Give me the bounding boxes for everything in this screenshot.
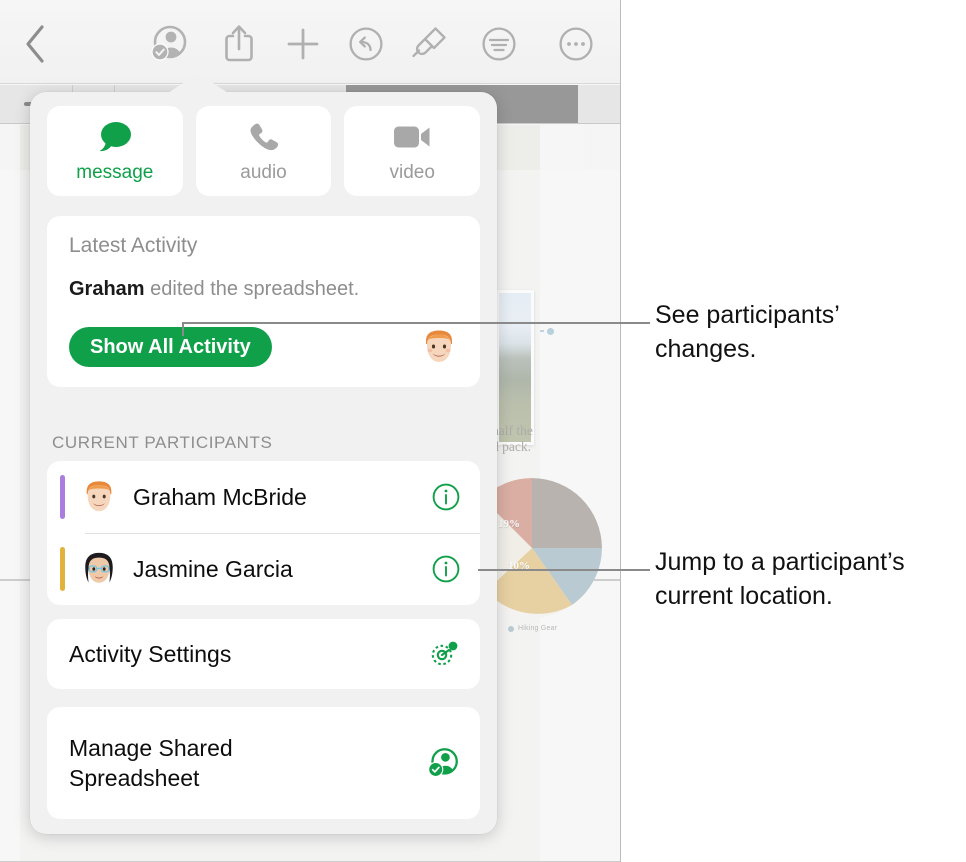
pie-chart-legend: Hiking Gear <box>508 625 557 632</box>
participant-name: Graham McBride <box>133 483 307 510</box>
legend-dot-icon <box>508 625 514 632</box>
manage-shared-spreadsheet-row[interactable]: Manage Shared Spreadsheet <box>47 707 480 819</box>
popover-arrow <box>168 73 228 93</box>
photo-resize-handle[interactable] <box>540 327 560 335</box>
info-icon[interactable] <box>432 483 460 511</box>
current-participants-heading: CURRENT PARTICIPANTS <box>52 433 273 452</box>
format-brush-icon[interactable] <box>402 18 456 70</box>
latest-activity-text: edited the spreadsheet. <box>144 278 360 300</box>
video-button[interactable]: video <box>344 106 481 196</box>
message-button[interactable]: message <box>47 106 183 196</box>
collaboration-popover: message audio video Latest Activity Grah… <box>30 73 497 834</box>
activity-settings-row[interactable]: Activity Settings <box>47 619 480 689</box>
message-bubble-icon <box>95 119 135 155</box>
callout-see-participants-changes: See participants’ changes. <box>655 301 840 363</box>
participant-name: Jasmine Garcia <box>133 555 293 582</box>
toolbar <box>0 0 621 84</box>
back-icon[interactable] <box>8 18 62 70</box>
activity-settings-label: Activity Settings <box>69 641 232 667</box>
manage-shared-icon <box>426 746 460 780</box>
document-photo[interactable] <box>496 290 534 445</box>
participant-row-graham[interactable]: Graham McBride <box>47 461 480 533</box>
phone-icon <box>248 119 280 155</box>
participant-color-bar <box>60 547 65 591</box>
latest-activity-actor: Graham <box>69 278 145 300</box>
add-icon[interactable] <box>276 18 330 70</box>
audio-button-label: audio <box>240 161 287 183</box>
activity-settings-gear-icon <box>426 637 460 671</box>
participants-list: Graham McBride Jasmine Garcia <box>47 461 480 605</box>
manage-shared-label: Manage Shared Spreadsheet <box>69 735 233 791</box>
graham-avatar <box>420 328 458 366</box>
document-body-text: half the d pack. <box>492 423 533 454</box>
more-icon[interactable] <box>549 18 603 70</box>
latest-activity-description: Graham edited the spreadsheet. <box>69 278 458 301</box>
call-buttons-row: message audio video <box>47 106 481 196</box>
latest-activity-card: Latest Activity Graham edited the spread… <box>47 216 480 387</box>
video-camera-icon <box>393 119 431 155</box>
collaborate-icon[interactable] <box>142 18 196 70</box>
jasmine-avatar <box>81 551 117 587</box>
participant-color-bar <box>60 475 65 519</box>
undo-icon[interactable] <box>339 18 393 70</box>
share-icon[interactable] <box>212 18 266 70</box>
audio-button[interactable]: audio <box>195 106 332 196</box>
legend-label: Hiking Gear <box>518 625 558 632</box>
video-button-label: video <box>389 161 435 183</box>
message-button-label: message <box>76 161 154 183</box>
info-icon[interactable] <box>432 555 460 583</box>
show-all-activity-button[interactable]: Show All Activity <box>69 327 272 367</box>
callout-leader-line <box>182 322 650 324</box>
graham-avatar <box>81 479 117 515</box>
latest-activity-title: Latest Activity <box>69 234 198 257</box>
pie-slice-label: 19% <box>498 518 520 530</box>
callout-leader-line <box>182 322 184 336</box>
callout-jump-to-participant: Jump to a participant’s current location… <box>655 548 905 610</box>
document-options-icon[interactable] <box>472 18 526 70</box>
callout-leader-line <box>478 569 650 571</box>
participant-row-jasmine[interactable]: Jasmine Garcia <box>47 533 480 605</box>
